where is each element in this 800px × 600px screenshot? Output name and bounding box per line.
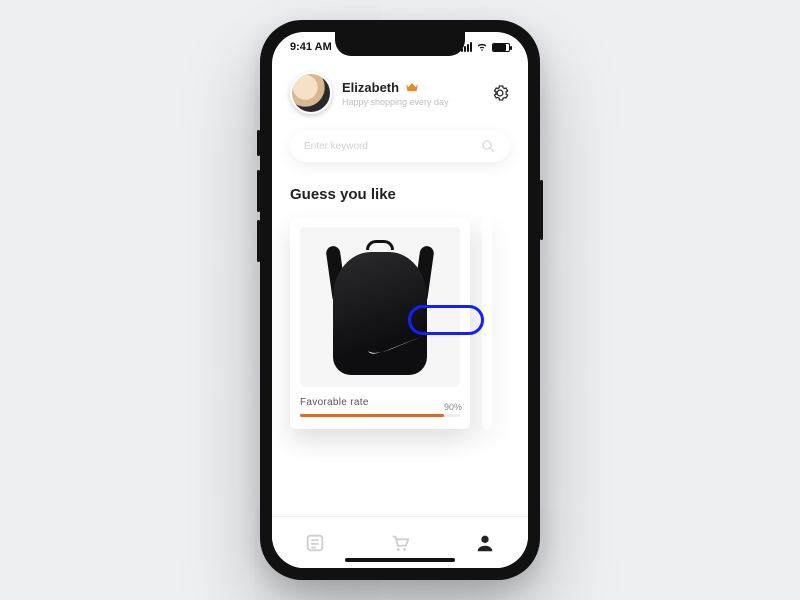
price-pill[interactable]: [408, 305, 484, 335]
search-icon[interactable]: [480, 138, 496, 154]
favorable-label: Favorable rate: [300, 397, 460, 408]
product-image: [300, 227, 460, 387]
status-indicators: [461, 40, 510, 55]
power-button: [540, 180, 543, 240]
crown-icon: [405, 81, 419, 93]
status-time: 9:41 AM: [290, 41, 332, 53]
notch: [335, 32, 465, 56]
nike-swoosh-icon: [365, 331, 425, 357]
mute-switch: [257, 130, 260, 156]
section-title: Guess you like: [290, 186, 510, 203]
favorable-rate: Favorable rate 90%: [300, 397, 460, 417]
volume-down: [257, 220, 260, 262]
home-indicator[interactable]: [345, 558, 455, 562]
avatar[interactable]: [290, 72, 332, 114]
product-carousel[interactable]: Favorable rate 90%: [290, 217, 510, 429]
user-name: Elizabeth: [342, 80, 399, 95]
screen: 9:41 AM Elizabeth: [272, 32, 528, 568]
tab-feed[interactable]: [304, 532, 326, 554]
volume-up: [257, 170, 260, 212]
settings-button[interactable]: [490, 83, 510, 103]
search-bar[interactable]: [290, 130, 510, 162]
wifi-icon: [476, 40, 488, 55]
app-content: Elizabeth Happy shopping every day: [272, 32, 528, 568]
tab-cart[interactable]: [389, 532, 411, 554]
profile-header: Elizabeth Happy shopping every day: [290, 72, 510, 114]
product-card[interactable]: Favorable rate 90%: [290, 217, 470, 429]
user-subtitle: Happy shopping every day: [342, 97, 480, 107]
phone-frame: 9:41 AM Elizabeth: [260, 20, 540, 580]
search-input[interactable]: [304, 141, 472, 152]
favorable-value: 90%: [444, 402, 462, 412]
favorable-bar: 90%: [300, 414, 460, 417]
battery-icon: [492, 43, 510, 52]
user-meta: Elizabeth Happy shopping every day: [342, 80, 480, 107]
favorable-fill: [300, 414, 444, 417]
tab-profile[interactable]: [474, 532, 496, 554]
